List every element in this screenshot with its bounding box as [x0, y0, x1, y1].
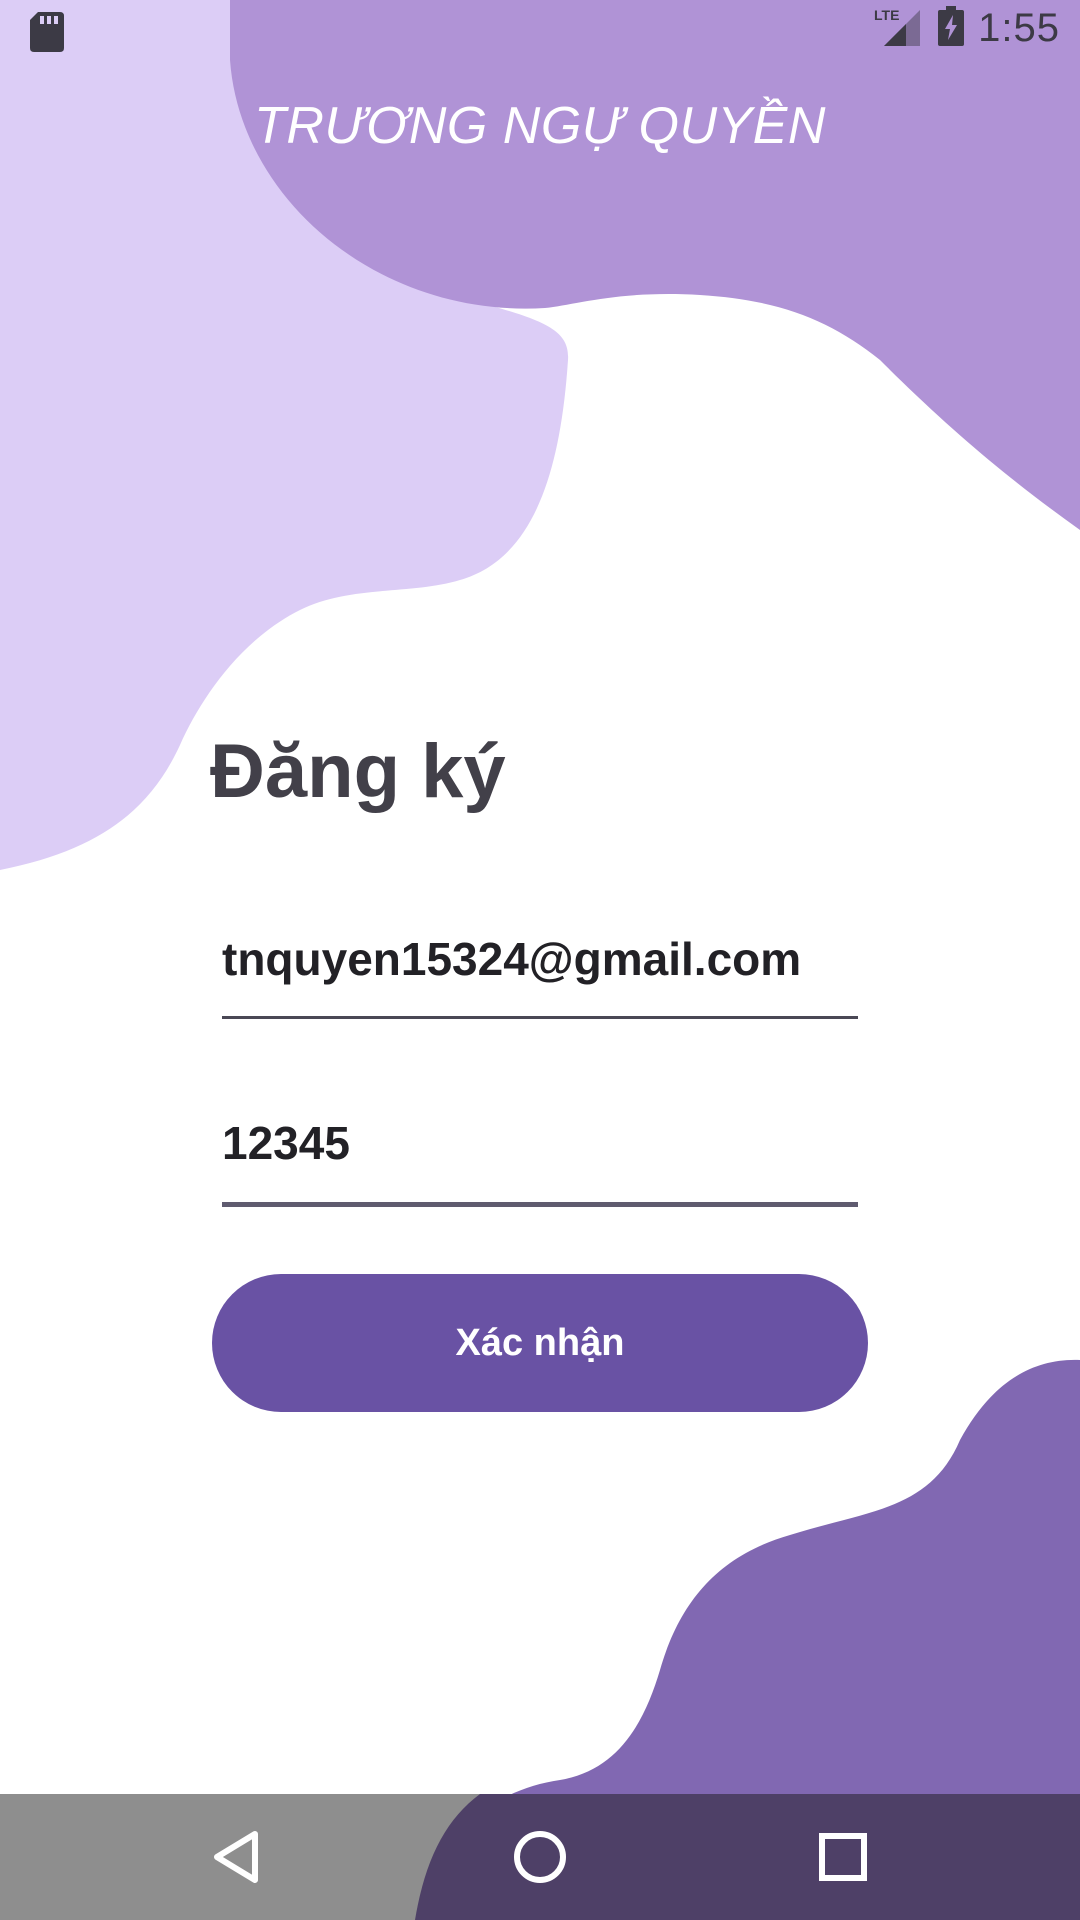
- page-title: Đăng ký: [210, 729, 506, 814]
- lte-signal-icon: LTE: [874, 6, 924, 51]
- password-underline: [222, 1202, 858, 1207]
- back-icon[interactable]: [201, 1822, 271, 1892]
- app-title: TRƯƠNG NGỰ QUYỀN: [254, 97, 826, 155]
- confirm-button-label: Xác nhận: [455, 1321, 625, 1364]
- signup-screen: LTE 1:55 TRƯƠNG NGỰ QUYỀN Đăng ký tnquye…: [0, 0, 1080, 1920]
- email-value: tnquyen15324@gmail.com: [222, 933, 802, 985]
- email-underline: [222, 1016, 858, 1019]
- status-time: 1:55: [978, 6, 1060, 50]
- status-right-group: LTE 1:55: [874, 6, 1060, 51]
- navigation-bar: [0, 1794, 1080, 1920]
- email-field[interactable]: tnquyen15324@gmail.com: [222, 932, 858, 1022]
- home-icon[interactable]: [505, 1822, 575, 1892]
- confirm-button[interactable]: Xác nhận: [212, 1274, 868, 1412]
- password-field[interactable]: 12345: [222, 1116, 858, 1208]
- sd-card-icon: [30, 12, 64, 57]
- password-value: 12345: [222, 1117, 350, 1169]
- recents-icon[interactable]: [808, 1822, 878, 1892]
- status-bar: LTE 1:55: [0, 0, 1080, 64]
- battery-charging-icon: [938, 6, 965, 51]
- svg-text:LTE: LTE: [874, 7, 899, 23]
